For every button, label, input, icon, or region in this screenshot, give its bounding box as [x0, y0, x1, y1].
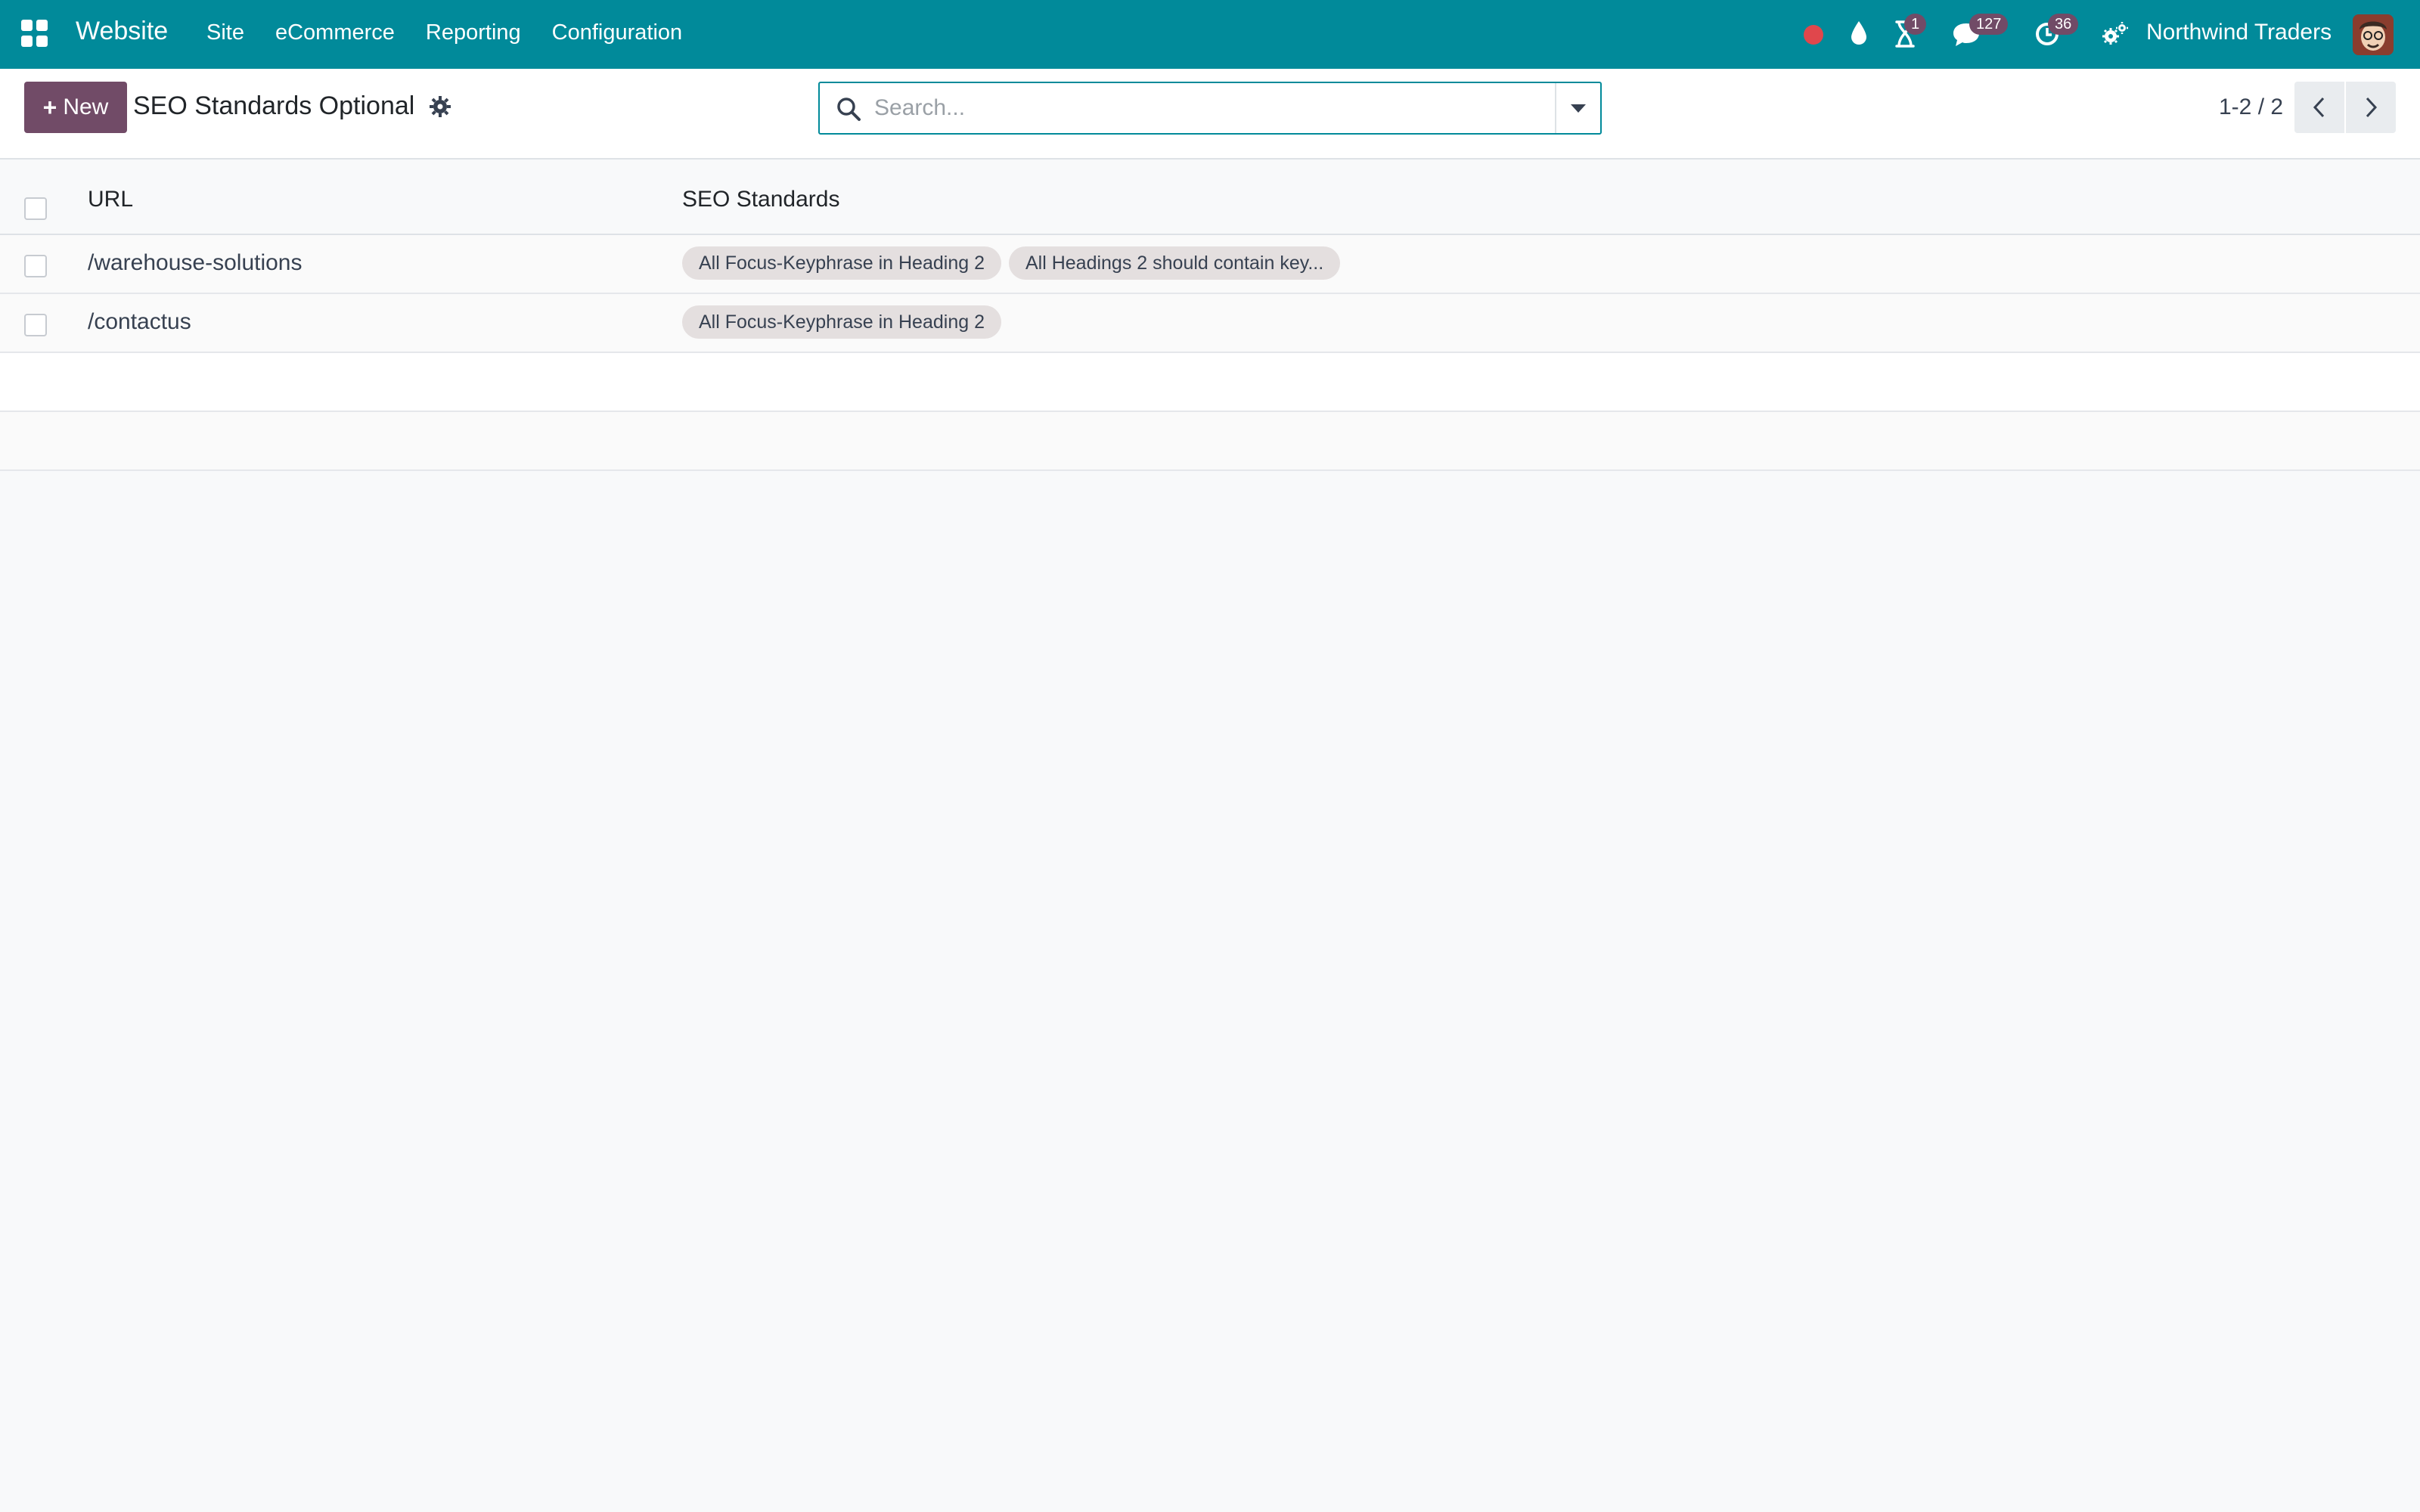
search-icon — [835, 95, 862, 122]
app-name[interactable]: Website — [76, 17, 168, 46]
recording-indicator-icon[interactable] — [1804, 25, 1823, 45]
row-checkbox[interactable] — [24, 255, 47, 277]
select-all-checkbox[interactable] — [24, 197, 47, 220]
control-panel: + New SEO Standards Optional 1-2 / 2 — [0, 69, 2420, 160]
apps-menu-icon[interactable] — [21, 20, 48, 47]
clock-badge: 36 — [2048, 14, 2079, 35]
seo-standard-tag: All Focus-Keyphrase in Heading 2 — [682, 305, 1001, 339]
user-avatar[interactable] — [2353, 14, 2394, 55]
empty-row — [0, 412, 2420, 471]
menu-item-reporting[interactable]: Reporting — [426, 20, 521, 45]
messages-badge: 127 — [1969, 14, 2009, 35]
list-view: URL SEO Standards /warehouse-solutions A… — [0, 161, 2420, 471]
seo-standards-tags: All Focus-Keyphrase in Heading 2 — [682, 305, 1009, 339]
url-cell: /contactus — [88, 309, 191, 334]
column-header-url[interactable]: URL — [88, 187, 133, 212]
droplet-icon[interactable] — [1848, 20, 1869, 47]
seo-standards-tags: All Focus-Keyphrase in Heading 2 All Hea… — [682, 246, 1348, 280]
menu-item-ecommerce[interactable]: eCommerce — [275, 20, 395, 45]
search-bar — [818, 82, 1602, 135]
top-navbar: Website Site eCommerce Reporting Configu… — [0, 0, 2420, 69]
search-options-toggle[interactable] — [1555, 83, 1600, 133]
menu-item-configuration[interactable]: Configuration — [552, 20, 683, 45]
empty-row — [0, 353, 2420, 412]
chevron-left-icon — [2313, 97, 2325, 118]
pager-previous-button[interactable] — [2294, 82, 2344, 133]
main-menu: Site eCommerce Reporting Configuration — [206, 20, 713, 45]
table-row[interactable]: /warehouse-solutions All Focus-Keyphrase… — [0, 235, 2420, 294]
pager-next-button[interactable] — [2346, 82, 2396, 133]
seo-standard-tag: All Focus-Keyphrase in Heading 2 — [682, 246, 1001, 280]
row-checkbox[interactable] — [24, 314, 47, 336]
table-row[interactable]: /contactus All Focus-Keyphrase in Headin… — [0, 294, 2420, 353]
activities-badge: 1 — [1904, 14, 1927, 35]
new-button-label: New — [63, 94, 109, 119]
actions-gear-icon[interactable] — [428, 94, 452, 119]
plus-icon: + — [42, 93, 57, 121]
list-header: URL SEO Standards — [0, 161, 2420, 235]
seo-standard-tag: All Headings 2 should contain key... — [1008, 246, 1341, 280]
caret-down-icon — [1571, 104, 1586, 113]
company-switcher[interactable]: Northwind Traders — [2146, 20, 2332, 45]
column-header-seo-standards[interactable]: SEO Standards — [682, 187, 839, 212]
new-button[interactable]: + New — [24, 82, 127, 133]
settings-gears-icon[interactable] — [2101, 21, 2128, 47]
search-input[interactable] — [874, 89, 1525, 127]
chevron-right-icon — [2366, 97, 2378, 118]
page-title: SEO Standards Optional — [133, 91, 415, 120]
url-cell: /warehouse-solutions — [88, 250, 302, 275]
menu-item-site[interactable]: Site — [206, 20, 244, 45]
pager-value[interactable]: 1-2 / 2 — [2219, 94, 2283, 120]
